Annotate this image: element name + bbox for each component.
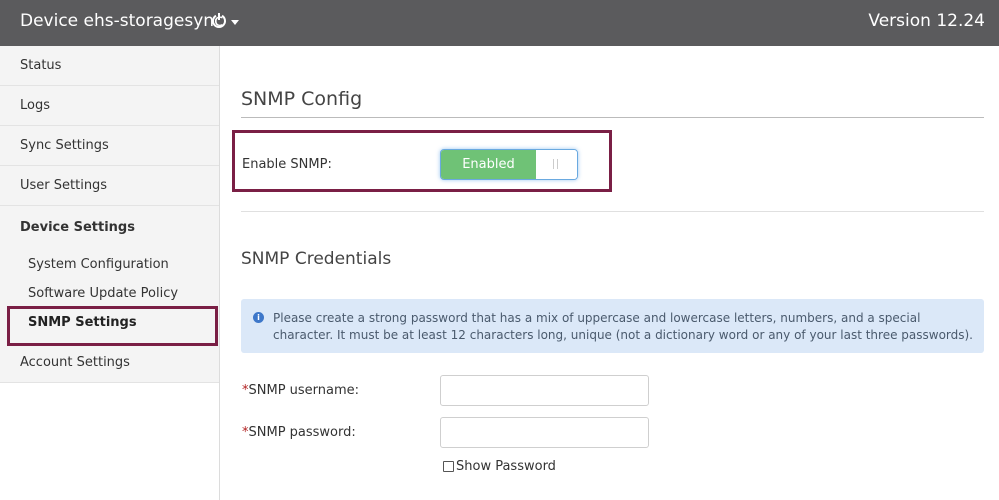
show-password-checkbox[interactable] — [443, 461, 454, 472]
snmp-password-label: *SNMP password: — [242, 425, 356, 440]
grip-icon — [553, 159, 558, 169]
sidebar-item-software-update-policy[interactable]: Software Update Policy — [28, 286, 178, 301]
show-password-label[interactable]: Show Password — [456, 459, 556, 474]
sidebar-item-system-configuration[interactable]: System Configuration — [28, 257, 169, 272]
password-info-box: i Please create a strong password that h… — [241, 299, 984, 353]
toggle-on-label: Enabled — [441, 150, 536, 179]
version-label: Version 12.24 — [868, 11, 985, 31]
sidebar-group-device-settings: Device Settings System Configuration Sof… — [0, 206, 219, 344]
snmp-password-input[interactable] — [440, 417, 649, 448]
page-title: SNMP Config — [241, 88, 363, 110]
toggle-handle[interactable] — [536, 150, 577, 179]
enable-snmp-label: Enable SNMP: — [242, 157, 332, 172]
sidebar-item-account-settings[interactable]: Account Settings — [0, 343, 219, 383]
top-bar: Device ehs-storagesync Version 12.24 — [0, 0, 999, 46]
snmp-username-label-text: SNMP username: — [248, 383, 360, 398]
main-content: SNMP Config Enable SNMP: Enabled SNMP Cr… — [220, 46, 999, 500]
sidebar-group-title[interactable]: Device Settings — [20, 220, 135, 235]
snmp-username-label: *SNMP username: — [242, 383, 359, 398]
password-info-text: Please create a strong password that has… — [273, 311, 973, 342]
sidebar-item-sync-settings[interactable]: Sync Settings — [0, 126, 219, 166]
credentials-title: SNMP Credentials — [241, 249, 392, 269]
sidebar-item-user-settings[interactable]: User Settings — [0, 166, 219, 206]
sidebar-item-logs[interactable]: Logs — [0, 86, 219, 126]
sidebar-item-snmp-settings[interactable]: SNMP Settings — [28, 315, 137, 330]
title-divider — [241, 117, 984, 118]
caret-down-icon[interactable] — [231, 20, 239, 25]
power-icon[interactable] — [211, 12, 227, 33]
section-divider — [241, 211, 984, 212]
snmp-password-label-text: SNMP password: — [248, 425, 356, 440]
snmp-username-input[interactable] — [440, 375, 649, 406]
device-title[interactable]: Device ehs-storagesync — [20, 11, 223, 31]
info-icon: i — [253, 312, 264, 323]
sidebar: Status Logs Sync Settings User Settings … — [0, 46, 220, 500]
enable-snmp-toggle[interactable]: Enabled — [440, 149, 578, 180]
sidebar-item-status[interactable]: Status — [0, 46, 219, 86]
